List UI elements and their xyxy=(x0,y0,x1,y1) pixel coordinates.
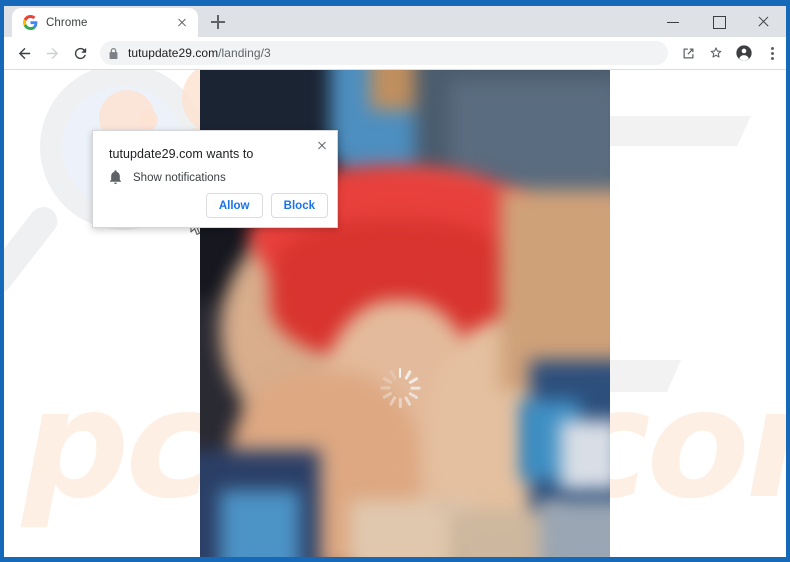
allow-button[interactable]: Allow xyxy=(205,193,263,218)
reload-button[interactable] xyxy=(66,39,94,67)
google-g-icon xyxy=(23,15,38,30)
url-path: /landing/3 xyxy=(218,46,271,60)
tab-title: Chrome xyxy=(46,16,88,29)
maximize-button[interactable] xyxy=(696,6,741,37)
new-tab-button[interactable] xyxy=(204,8,232,36)
forward-arrow-icon xyxy=(46,47,58,59)
lock-icon[interactable] xyxy=(106,46,121,61)
lock-glyph xyxy=(109,47,118,59)
chevron-watermark xyxy=(597,116,751,146)
star-icon xyxy=(710,47,722,58)
profile-avatar-icon xyxy=(736,45,752,61)
browser-window: Chrome tutupdate29.com/landing/3 tutupda… xyxy=(0,0,790,562)
browser-toolbar: tutupdate29.com/landing/3 xyxy=(4,37,786,70)
url-host: tutupdate29.com xyxy=(128,46,219,60)
reload-icon xyxy=(74,47,86,59)
bell-icon xyxy=(109,170,122,184)
forward-button[interactable] xyxy=(38,39,66,67)
permission-row: Show notifications xyxy=(109,170,226,185)
url-text: tutupdate29.com/landing/3 xyxy=(128,46,271,60)
page-viewport: pcrisk.com xyxy=(4,70,786,557)
permission-label: Show notifications xyxy=(133,171,226,184)
close-icon[interactable] xyxy=(174,15,190,31)
permission-dialog-title: tutupdate29.com wants to xyxy=(109,147,254,161)
back-arrow-icon xyxy=(18,47,30,59)
share-button[interactable] xyxy=(674,39,702,67)
share-icon xyxy=(683,48,693,58)
address-bar[interactable]: tutupdate29.com/landing/3 xyxy=(100,41,668,65)
close-icon[interactable] xyxy=(313,136,331,154)
profile-button[interactable] xyxy=(730,39,758,67)
watermark-dot xyxy=(138,110,158,130)
notification-permission-dialog: tutupdate29.com wants to Show notificati… xyxy=(92,130,338,228)
three-dot-menu-icon[interactable] xyxy=(758,39,780,67)
tab-chrome[interactable]: Chrome xyxy=(12,8,198,37)
permission-actions: Allow Block xyxy=(205,193,328,218)
block-button[interactable]: Block xyxy=(270,193,328,218)
minimize-button[interactable] xyxy=(651,6,696,37)
bookmark-button[interactable] xyxy=(702,39,730,67)
back-button[interactable] xyxy=(10,39,38,67)
window-controls xyxy=(651,6,786,37)
window-close-button[interactable] xyxy=(741,6,786,37)
